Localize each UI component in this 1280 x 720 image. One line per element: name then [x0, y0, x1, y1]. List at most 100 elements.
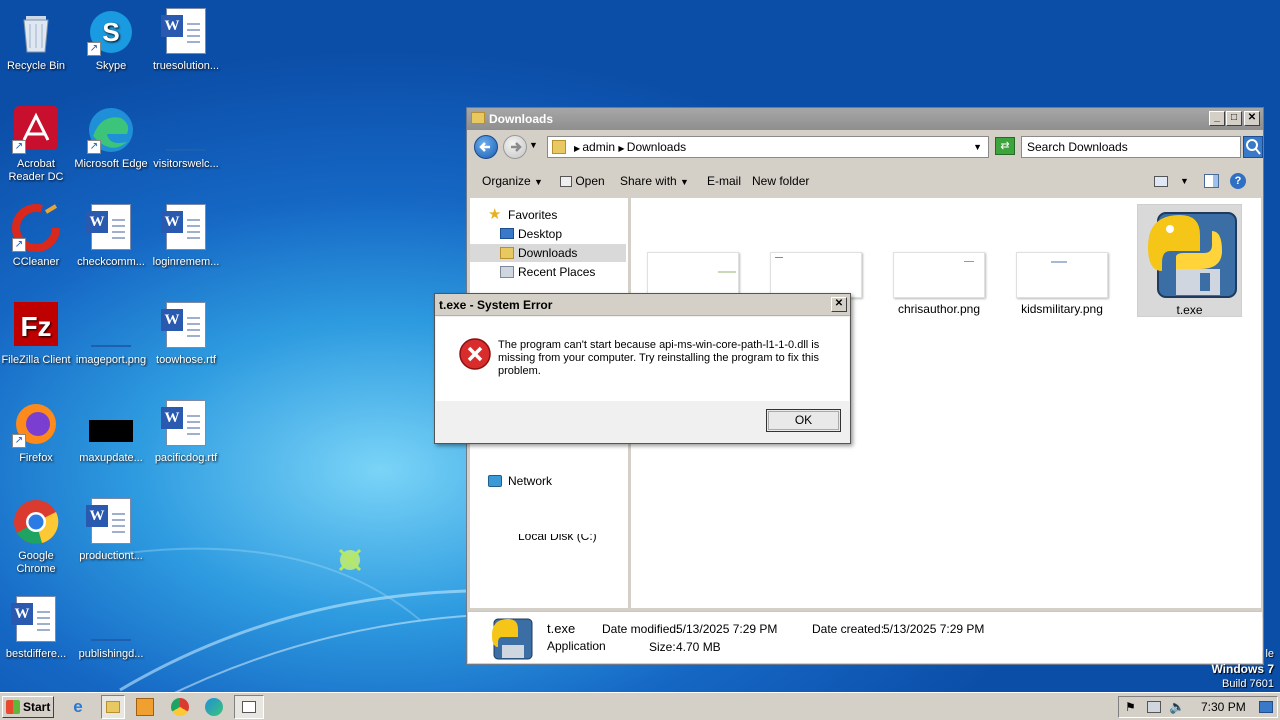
file-thumbnail[interactable] [770, 252, 862, 298]
details-file-name: t.exe [547, 621, 576, 636]
desktop-icon-truesolution[interactable]: truesolution... [148, 8, 224, 73]
error-icon [459, 338, 491, 370]
recycle-bin-icon [12, 8, 60, 56]
edge-taskbar-icon[interactable] [205, 698, 223, 716]
desktop-icon-bestdiffere[interactable]: bestdiffere... [0, 596, 74, 661]
start-button[interactable]: Start [2, 696, 54, 718]
desktop-folder-icon [500, 228, 514, 239]
breadcrumb-downloads[interactable]: Downloads [627, 140, 686, 154]
desktop-icon-edge[interactable]: ↗ Microsoft Edge [73, 106, 149, 171]
filezilla-icon: Fz [12, 302, 60, 350]
organize-label: Organize [482, 174, 531, 188]
desktop-icon-label: visitorswelc... [153, 158, 219, 170]
system-error-dialog[interactable]: t.exe - System Error ✕ The program can't… [434, 293, 851, 444]
desktop-icon-recycle-bin[interactable]: Recycle Bin [0, 8, 74, 73]
desktop-icon-pacificdog[interactable]: pacificdog.rtf [148, 400, 224, 465]
file-thumbnail[interactable] [893, 252, 985, 298]
organize-menu[interactable]: Organize ▼ [482, 166, 543, 197]
nav-desktop[interactable]: Desktop [470, 225, 626, 243]
search-input[interactable]: Search Downloads [1021, 136, 1241, 158]
desktop-icon-label: maxupdate... [79, 452, 143, 464]
file-item-label[interactable]: kidsmilitary.png [997, 302, 1127, 316]
address-toolbar: ▼ ▶ admin ▶ Downloads ▼ ⇄ Search Downloa… [471, 134, 1263, 160]
desktop-icon-maxupdate[interactable]: maxupdate... [73, 400, 149, 465]
dialog-title-bar[interactable]: t.exe - System Error ✕ [435, 294, 850, 316]
blank-file-icon [87, 596, 135, 644]
internet-explorer-icon[interactable]: e [68, 697, 88, 717]
file-item-selected[interactable]: t.exe [1137, 204, 1242, 317]
desktop-icon-firefox[interactable]: ↗ Firefox [0, 400, 74, 465]
view-options-icon[interactable] [1154, 176, 1168, 187]
address-bar[interactable]: ▶ admin ▶ Downloads ▼ [547, 136, 989, 158]
view-dropdown-icon[interactable]: ▼ [1180, 166, 1189, 196]
share-with-menu[interactable]: Share with ▼ [620, 166, 689, 197]
nav-network-label: Network [508, 474, 553, 488]
system-tray: ⚑ 🔈 7:30 PM [1118, 696, 1278, 718]
nav-favorites[interactable]: ★ Favorites [470, 206, 626, 224]
network-tray-icon[interactable] [1147, 701, 1161, 713]
desktop-icon-ccleaner[interactable]: ↗ CCleaner [0, 204, 74, 269]
search-placeholder: Search Downloads [1027, 140, 1128, 154]
desktop-icon-imageport[interactable]: imageport.png [73, 302, 149, 367]
active-window-taskbar-icon[interactable] [234, 695, 264, 719]
maximize-button[interactable]: □ [1226, 111, 1242, 126]
file-item-label[interactable]: chrisauthor.png [874, 302, 1004, 316]
nav-downloads[interactable]: Downloads [470, 244, 626, 262]
chrome-taskbar-icon[interactable] [171, 698, 189, 716]
volume-icon[interactable]: 🔈 [1169, 699, 1185, 715]
desktop-icon-label: toowhose.rtf [156, 354, 216, 366]
desktop-icon-label: pacificdog.rtf [154, 452, 218, 464]
desktop-icon-toowhose[interactable]: toowhose.rtf [148, 302, 224, 367]
desktop-icon-filezilla[interactable]: Fz FileZilla Client [0, 302, 74, 367]
desktop-icon-label: Acrobat Reader DC [8, 158, 64, 183]
desktop-icon-productiont[interactable]: productiont... [73, 498, 149, 563]
clock[interactable]: 7:30 PM [1201, 700, 1246, 714]
desktop-icon-chrome[interactable]: Google Chrome [0, 498, 74, 576]
forward-arrow-icon [511, 142, 522, 152]
desktop-icon-checkcomm[interactable]: checkcomm... [73, 204, 149, 269]
new-folder-button[interactable]: New folder [752, 166, 809, 196]
nav-favorites-label: Favorites [508, 208, 558, 222]
acrobat-icon: ↗ [12, 106, 60, 154]
desktop-icon-visitorswelc[interactable]: visitorswelc... [148, 106, 224, 171]
close-button[interactable]: ✕ [1244, 111, 1260, 126]
svg-text:Fz: Fz [20, 311, 51, 342]
desktop-icon-label: productiont... [79, 550, 143, 562]
email-button[interactable]: E-mail [707, 166, 741, 196]
desktop-icon-acrobat[interactable]: ↗ Acrobat Reader DC [0, 106, 74, 184]
explorer-taskbar-icon[interactable] [101, 695, 125, 719]
desktop-icon-skype[interactable]: S ↗ Skype [73, 8, 149, 73]
refresh-button[interactable]: ⇄ [995, 137, 1015, 155]
preview-pane-icon[interactable] [1204, 174, 1219, 188]
nav-recent-places[interactable]: Recent Places [470, 263, 626, 281]
open-button[interactable]: Open [560, 166, 605, 196]
nav-network[interactable]: Network [470, 472, 626, 490]
show-desktop-icon[interactable] [1259, 701, 1273, 713]
nav-local-disk[interactable]: Local Disk (C:) [470, 534, 626, 546]
search-button[interactable] [1243, 136, 1263, 158]
explorer-title-bar[interactable]: Downloads _ □ ✕ [467, 108, 1263, 130]
forward-button[interactable] [503, 135, 527, 159]
open-icon [560, 176, 572, 188]
word-document-icon [86, 498, 135, 546]
media-player-icon[interactable] [136, 698, 154, 716]
desktop-icon-label: Microsoft Edge [74, 158, 148, 170]
recent-pages-dropdown[interactable]: ▼ [529, 140, 538, 150]
file-thumbnail[interactable] [1016, 252, 1108, 298]
address-dropdown-icon[interactable]: ▼ [973, 137, 982, 157]
minimize-button[interactable]: _ [1209, 111, 1225, 126]
shortcut-arrow-icon: ↗ [87, 42, 101, 56]
share-with-label: Share with [620, 174, 677, 188]
desktop-icon-loginremem[interactable]: loginremem... [148, 204, 224, 269]
desktop-icon-label: Skype [95, 60, 127, 72]
ok-button[interactable]: OK [766, 409, 841, 432]
help-icon[interactable]: ? [1230, 173, 1246, 189]
details-file-type: Application [547, 639, 606, 653]
file-thumbnail[interactable] [647, 252, 739, 298]
dialog-close-button[interactable]: ✕ [831, 297, 847, 312]
back-button[interactable] [474, 135, 498, 159]
shortcut-arrow-icon: ↗ [87, 140, 101, 154]
desktop-icon-publishingd[interactable]: publishingd... [73, 596, 149, 661]
breadcrumb-admin[interactable]: admin [582, 140, 615, 154]
flag-icon[interactable]: ⚑ [1125, 700, 1136, 714]
